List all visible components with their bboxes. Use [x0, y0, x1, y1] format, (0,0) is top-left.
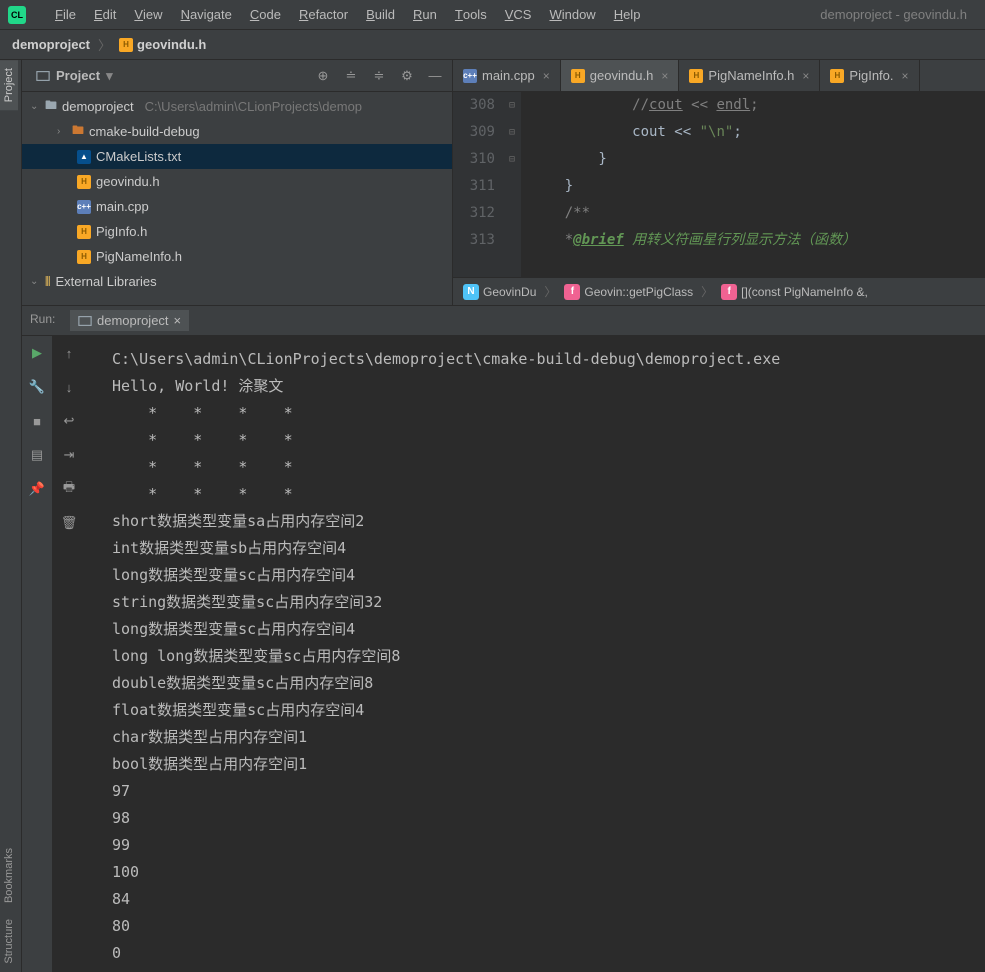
h-file-icon: H	[119, 38, 133, 52]
trail-item[interactable]: fGeovin::getPigClass	[564, 284, 693, 300]
menu-vcs[interactable]: VCS	[496, 0, 541, 30]
menu-window[interactable]: Window	[540, 0, 604, 30]
close-icon[interactable]: ×	[902, 69, 909, 83]
chevron-down-icon: ⌄	[30, 101, 40, 112]
project-panel: Project ▾ ⊕ ≐ ≑ ⚙ — ⌄ 🖿 demoproject C:\U…	[22, 60, 452, 305]
layout-icon[interactable]: ▤	[28, 446, 46, 464]
menu-build[interactable]: Build	[357, 0, 404, 30]
editor-tab-PigInfo-[interactable]: HPigInfo.×	[820, 60, 919, 91]
menu-bar: CL FileEditViewNavigateCodeRefactorBuild…	[0, 0, 985, 30]
h-file-icon: H	[77, 225, 91, 239]
h-file-icon: H	[77, 250, 91, 264]
editor-panel: c++main.cpp×Hgeovindu.h×HPigNameInfo.h×H…	[452, 60, 985, 305]
h-file-icon: H	[830, 69, 844, 83]
run-mid-toolbar: ↑ ↓ ↩ ⇥ 🖶 🗑	[52, 336, 87, 972]
close-icon[interactable]: ×	[174, 313, 182, 328]
editor-tab-main-cpp[interactable]: c++main.cpp×	[453, 60, 561, 91]
chevron-down-icon: ⌄	[30, 276, 40, 287]
locate-icon[interactable]: ⊕	[314, 67, 332, 85]
breadcrumb-bar: demoproject 〉 H geovindu.h	[0, 30, 985, 60]
tree-item-PigNameInfo-h[interactable]: HPigNameInfo.h	[22, 244, 452, 269]
collapse-all-icon[interactable]: ≑	[370, 67, 388, 85]
rerun-icon[interactable]: ▶	[28, 344, 46, 362]
tree-item-PigInfo-h[interactable]: HPigInfo.h	[22, 219, 452, 244]
run-tab[interactable]: demoproject ×	[70, 310, 189, 331]
editor-tabs: c++main.cpp×Hgeovindu.h×HPigNameInfo.h×H…	[453, 60, 985, 92]
side-tab-structure[interactable]: Structure	[0, 911, 18, 972]
run-header: Run: demoproject ×	[22, 306, 985, 336]
tree-external-libs[interactable]: ⌄ ⫴ External Libraries	[22, 269, 452, 294]
breadcrumb-separator: 〉	[98, 35, 111, 54]
breadcrumb-file[interactable]: H geovindu.h	[115, 35, 210, 54]
soft-wrap-icon[interactable]: ↩	[60, 412, 78, 430]
project-panel-header: Project ▾ ⊕ ≐ ≑ ⚙ —	[22, 60, 452, 92]
tree-item-cmake-build-debug[interactable]: ›🖿cmake-build-debug	[22, 119, 452, 144]
cpp-file-icon: c++	[463, 69, 477, 83]
trail-item[interactable]: NGeovinDu	[463, 284, 536, 300]
menu-code[interactable]: Code	[241, 0, 290, 30]
h-file-icon: H	[77, 175, 91, 189]
stop-icon[interactable]: ■	[28, 412, 46, 430]
run-tool-window: Run: demoproject × ▶ 🔧 ■ ▤ 📌 ↑ ↓ ↩ ⇥ 🖶 🗑…	[22, 305, 985, 972]
trail-item[interactable]: f[](const PigNameInfo &,	[721, 284, 868, 300]
editor-tab-geovindu-h[interactable]: Hgeovindu.h×	[561, 60, 680, 91]
trail-badge-icon: N	[463, 284, 479, 300]
side-tab-project[interactable]: Project	[0, 60, 18, 110]
cmake-file-icon: ▲	[77, 150, 91, 164]
up-arrow-icon[interactable]: ↑	[60, 344, 78, 362]
h-file-icon: H	[689, 69, 703, 83]
menu-navigate[interactable]: Navigate	[172, 0, 241, 30]
expand-all-icon[interactable]: ≐	[342, 67, 360, 85]
run-left-toolbar: ▶ 🔧 ■ ▤ 📌	[22, 336, 52, 972]
close-icon[interactable]: ×	[543, 69, 550, 83]
down-arrow-icon[interactable]: ↓	[60, 378, 78, 396]
menu-file[interactable]: File	[46, 0, 85, 30]
trail-badge-icon: f	[564, 284, 580, 300]
menu-tools[interactable]: Tools	[446, 0, 496, 30]
console-output[interactable]: C:\Users\admin\CLionProjects\demoproject…	[97, 336, 985, 972]
tree-item-main-cpp[interactable]: c++main.cpp	[22, 194, 452, 219]
left-tool-strip: Project Bookmarks Structure	[0, 60, 22, 972]
cpp-file-icon: c++	[77, 200, 91, 214]
wrench-icon[interactable]: 🔧	[28, 378, 46, 396]
tree-item-geovindu-h[interactable]: Hgeovindu.h	[22, 169, 452, 194]
window-title: demoproject - geovindu.h	[820, 7, 977, 22]
code-content[interactable]: //cout << endl; cout << "\n"; } } /** *@…	[521, 92, 985, 277]
menu-edit[interactable]: Edit	[85, 0, 125, 30]
run-config-icon	[78, 314, 92, 328]
tree-item-CMakeLists-txt[interactable]: ▲CMakeLists.txt	[22, 144, 452, 169]
folder-icon: 🖿	[72, 121, 84, 142]
scroll-end-icon[interactable]: ⇥	[60, 446, 78, 464]
trash-icon[interactable]: 🗑	[60, 514, 78, 532]
chevron-right-icon: ›	[57, 126, 67, 137]
run-label: Run:	[30, 312, 55, 326]
h-file-icon: H	[571, 69, 585, 83]
editor-tab-PigNameInfo-h[interactable]: HPigNameInfo.h×	[679, 60, 820, 91]
code-editor[interactable]: 308309310311312313 ⊟⊟⊟ //cout << endl; c…	[453, 92, 985, 277]
breadcrumb-project[interactable]: demoproject	[8, 35, 94, 54]
gutter-marks: ⊟⊟⊟	[503, 92, 521, 277]
menu-run[interactable]: Run	[404, 0, 446, 30]
close-icon[interactable]: ×	[661, 69, 668, 83]
tree-root[interactable]: ⌄ 🖿 demoproject C:\Users\admin\CLionProj…	[22, 94, 452, 119]
libraries-icon: ⫴	[45, 274, 50, 290]
trail-badge-icon: f	[721, 284, 737, 300]
menu-help[interactable]: Help	[605, 0, 650, 30]
project-panel-title[interactable]: Project ▾	[30, 66, 119, 86]
app-icon: CL	[8, 6, 26, 24]
project-icon	[36, 69, 50, 83]
menu-refactor[interactable]: Refactor	[290, 0, 357, 30]
pin-icon[interactable]: 📌	[28, 480, 46, 498]
close-icon[interactable]: ×	[802, 69, 809, 83]
side-tab-bookmarks[interactable]: Bookmarks	[0, 840, 18, 911]
folder-icon: 🖿	[45, 96, 57, 117]
settings-icon[interactable]: ⚙	[398, 67, 416, 85]
nav-trail: NGeovinDu〉fGeovin::getPigClass〉f[](const…	[453, 277, 985, 305]
menu-view[interactable]: View	[125, 0, 171, 30]
hide-icon[interactable]: —	[426, 67, 444, 85]
line-number-gutter: 308309310311312313	[453, 92, 503, 277]
project-tree: ⌄ 🖿 demoproject C:\Users\admin\CLionProj…	[22, 92, 452, 305]
print-icon[interactable]: 🖶	[60, 480, 78, 498]
